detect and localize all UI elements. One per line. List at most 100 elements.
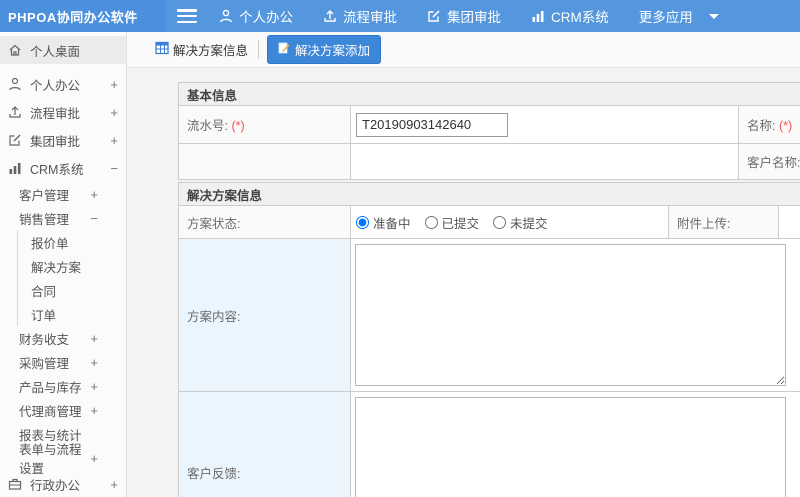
radio-option-submitted[interactable]: 已提交 xyxy=(424,213,480,232)
nav-more-apps[interactable]: 更多应用 xyxy=(639,6,693,26)
nav-label: CRM系统 xyxy=(551,10,609,25)
sidebar-item-product-stock[interactable]: 产品与库存 + xyxy=(0,374,126,398)
name-label: 名称: (*) xyxy=(738,105,800,144)
sidebar-item-label: 集团审批 xyxy=(30,134,81,149)
nav-label: 流程审批 xyxy=(343,10,397,25)
nav-label: 个人办公 xyxy=(239,10,293,25)
expand-icon[interactable]: + xyxy=(90,451,98,466)
sidebar-item-label: 代理商管理 xyxy=(19,404,82,419)
tab-solution-add[interactable]: 解决方案添加 xyxy=(267,35,382,64)
sidebar-item-customer-mgmt[interactable]: 客户管理 + xyxy=(0,182,126,206)
content-label: 方案内容: xyxy=(178,238,351,392)
sidebar-item-purchase[interactable]: 采购管理 + xyxy=(0,350,126,374)
feedback-label: 客户反馈: xyxy=(178,391,351,497)
briefcase-icon xyxy=(8,477,23,491)
sidebar-item-flow-approval[interactable]: 流程审批 + xyxy=(0,98,126,126)
app-window: PHPOA协同办公软件 个人办公 流程审批 集团审批 CRM系统 更多应用 个人… xyxy=(0,0,800,497)
status-label: 方案状态: xyxy=(178,205,351,239)
sidebar-item-crm-system[interactable]: CRM系统 − xyxy=(0,154,126,182)
expand-icon[interactable]: + xyxy=(110,133,118,148)
sidebar-item-label: 财务收支 xyxy=(19,332,70,347)
nav-label: 更多应用 xyxy=(638,10,693,25)
solution-content-textarea[interactable] xyxy=(355,244,786,386)
radio-label: 准备中 xyxy=(373,216,411,231)
sidebar-item-desktop[interactable]: 个人桌面 xyxy=(0,36,126,64)
form-content: 基本信息 流水号: (*) 名称: (*) xyxy=(127,68,800,497)
sidebar-item-label: 解决方案 xyxy=(31,260,82,275)
main-area: 解决方案信息 解决方案添加 基本信息 流水号: (*) T20190903142… xyxy=(127,32,800,497)
sidebar-item-sales-mgmt[interactable]: 销售管理 − xyxy=(0,206,126,230)
expand-icon[interactable]: + xyxy=(110,477,118,492)
nav-flow-approval[interactable]: 流程审批 xyxy=(323,6,397,26)
radio-option-preparing[interactable]: 准备中 xyxy=(356,213,411,232)
tab-bar: 解决方案信息 解决方案添加 xyxy=(127,32,800,68)
sidebar-item-order[interactable]: 订单 xyxy=(17,302,126,326)
customer-name-label: 客户名称: (*) xyxy=(738,143,800,180)
serial-label: 流水号: (*) xyxy=(178,105,351,144)
caret-down-icon[interactable] xyxy=(708,13,719,19)
sidebar-item-label: 合同 xyxy=(31,284,57,299)
expand-icon[interactable]: + xyxy=(90,331,98,346)
attachment-label: 附件上传: xyxy=(668,205,779,239)
sidebar-item-label: 流程审批 xyxy=(30,106,81,121)
sidebar-item-finance[interactable]: 财务收支 + xyxy=(0,326,126,350)
radio-label: 未提交 xyxy=(510,216,548,231)
sidebar-item-contract[interactable]: 合同 xyxy=(17,278,126,302)
menu-toggle-icon[interactable] xyxy=(177,9,197,23)
upload-icon xyxy=(8,105,23,119)
sidebar-item-form-flow-settings[interactable]: 表单与流程设置 + xyxy=(0,443,126,476)
sidebar-item-label: 报价单 xyxy=(31,236,69,251)
sidebar-item-label: 个人办公 xyxy=(30,78,81,93)
nav-label: 集团审批 xyxy=(447,10,501,25)
sidebar-item-personal-office[interactable]: 个人办公 + xyxy=(0,70,126,98)
sidebar-item-label: 销售管理 xyxy=(19,212,70,227)
basic-info-table: 基本信息 流水号: (*) 名称: (*) xyxy=(177,82,800,180)
tab-label: 解决方案信息 xyxy=(173,44,249,58)
sidebar-item-group-approval[interactable]: 集团审批 + xyxy=(0,126,126,154)
edit-square-icon xyxy=(427,9,441,23)
nav-crm-system[interactable]: CRM系统 xyxy=(531,6,609,26)
person-icon xyxy=(219,9,233,23)
radio-input[interactable] xyxy=(493,215,507,229)
nav-personal-office[interactable]: 个人办公 xyxy=(219,6,293,26)
attachment-field-cell xyxy=(777,205,800,239)
sidebar: 个人桌面 个人办公 + 流程审批 + 集团审批 + CRM系统 − 客户管理 +… xyxy=(0,32,127,497)
expand-icon[interactable]: + xyxy=(90,187,98,202)
radio-option-unsubmitted[interactable]: 未提交 xyxy=(493,213,548,232)
nav-group-approval[interactable]: 集团审批 xyxy=(427,6,501,26)
sidebar-item-quotation[interactable]: 报价单 xyxy=(17,230,126,254)
edit-square-icon xyxy=(8,133,23,147)
table-icon xyxy=(155,41,169,58)
solution-info-table: 解决方案信息 方案状态: 准备中 已提交 未提交 附件上传: 方案内容: 客户反… xyxy=(177,182,800,497)
tab-solution-info[interactable]: 解决方案信息 xyxy=(155,40,260,59)
empty-field-cell xyxy=(350,143,739,180)
expand-icon[interactable]: + xyxy=(90,403,98,418)
radio-label: 已提交 xyxy=(441,216,480,231)
sidebar-item-label: 表单与流程设置 xyxy=(19,443,82,476)
customer-feedback-textarea[interactable] xyxy=(355,397,786,497)
required-mark: (*) xyxy=(778,119,793,133)
sidebar-item-label: 采购管理 xyxy=(19,356,70,371)
collapse-icon[interactable]: − xyxy=(110,161,118,176)
serial-input[interactable] xyxy=(356,112,508,137)
section-title-basic: 基本信息 xyxy=(177,82,800,106)
collapse-icon[interactable]: − xyxy=(90,211,98,226)
sidebar-item-solution[interactable]: 解决方案 xyxy=(17,254,126,278)
home-icon xyxy=(8,43,23,57)
bar-chart-icon xyxy=(8,161,23,175)
empty-label-cell xyxy=(178,143,351,180)
radio-input[interactable] xyxy=(424,215,438,229)
topbar: PHPOA协同办公软件 个人办公 流程审批 集团审批 CRM系统 更多应用 xyxy=(0,0,800,32)
sidebar-item-label: 个人桌面 xyxy=(30,44,81,59)
expand-icon[interactable]: + xyxy=(110,77,118,92)
edit-page-icon xyxy=(278,42,290,57)
expand-icon[interactable]: + xyxy=(110,105,118,120)
bar-chart-icon xyxy=(531,9,545,23)
expand-icon[interactable]: + xyxy=(90,379,98,394)
expand-icon[interactable]: + xyxy=(90,355,98,370)
sidebar-item-label: 客户管理 xyxy=(19,188,70,203)
sidebar-item-label: 订单 xyxy=(31,308,57,323)
sidebar-item-agent-mgmt[interactable]: 代理商管理 + xyxy=(0,398,126,422)
top-navigation: 个人办公 流程审批 集团审批 CRM系统 更多应用 xyxy=(219,6,719,26)
radio-input[interactable] xyxy=(356,215,369,229)
